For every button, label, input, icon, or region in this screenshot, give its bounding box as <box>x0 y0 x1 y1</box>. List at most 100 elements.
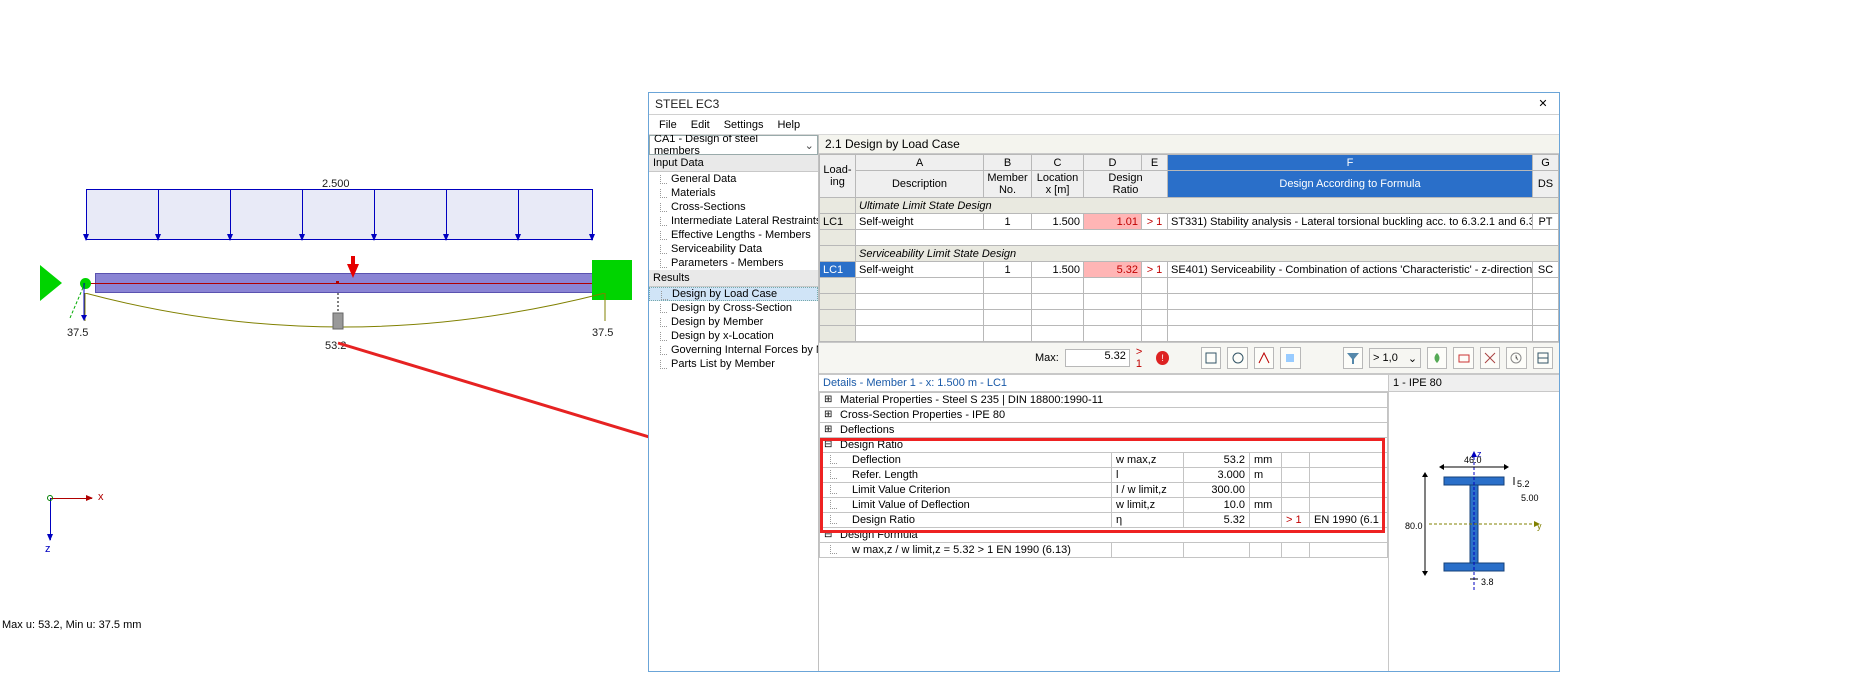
nav-head-input: Input Data <box>649 155 818 172</box>
details-row[interactable]: Design Ratio <box>820 438 1388 453</box>
details-row[interactable]: Design Formula <box>820 528 1388 543</box>
cell-ratio: 1.01 <box>1084 214 1142 230</box>
cell-desc: Self-weight <box>856 214 984 230</box>
titlebar: STEEL EC3 ✕ <box>649 93 1559 115</box>
leader <box>60 283 100 333</box>
grid-title: 2.1 Design by Load Case <box>819 135 1559 154</box>
tb-btn-9[interactable] <box>1533 347 1553 369</box>
svg-text:5.00: 5.00 <box>1521 493 1539 503</box>
nav-head-results: Results <box>649 270 818 287</box>
chevron-down-icon: ⌄ <box>1408 352 1417 365</box>
load-arrow <box>592 189 593 240</box>
nav-item[interactable]: Serviceability Data <box>649 242 818 256</box>
content: CA1 - Design of steel members ⌄ Input Da… <box>649 135 1559 671</box>
col-letter: B <box>984 155 1032 171</box>
menu-help[interactable]: Help <box>771 118 806 132</box>
details-row[interactable]: Design Ratioη5.32> 1EN 1990 (6.1 <box>820 513 1388 528</box>
nav-item[interactable]: Parameters - Members <box>649 256 818 270</box>
cell-formula: ST331) Stability analysis - Lateral tors… <box>1168 214 1533 230</box>
cell-ratio: 5.32 <box>1084 262 1142 278</box>
error-icon: ! <box>1156 351 1169 365</box>
details-row[interactable]: Deflections <box>820 423 1388 438</box>
col-letter: F <box>1168 155 1533 171</box>
nav-item[interactable]: Intermediate Lateral Restraints <box>649 214 818 228</box>
table-row <box>820 326 1559 342</box>
nav-item[interactable]: Design by Load Case <box>649 287 818 301</box>
load-value: 2.500 <box>322 178 350 190</box>
red-marker-arrow <box>347 264 359 278</box>
col-letter: C <box>1032 155 1084 171</box>
menu-settings[interactable]: Settings <box>718 118 770 132</box>
results-grid[interactable]: Load- ing A B C D E F G Description Memb… <box>819 154 1559 343</box>
nav-item[interactable]: Cross-Sections <box>649 200 818 214</box>
cell-desc: Self-weight <box>856 262 984 278</box>
table-row <box>820 294 1559 310</box>
global-x-axis <box>50 498 92 499</box>
section-drawing: y z 46.0 80.0 5.2 5.00 3.8 <box>1389 392 1559 671</box>
cell-ds: PT <box>1533 214 1559 230</box>
max-cmp: > 1 <box>1136 346 1150 370</box>
nav-item[interactable]: Design by x-Location <box>649 329 818 343</box>
cell-x: 1.500 <box>1032 262 1084 278</box>
details-row[interactable]: Limit Value of Deflectionw limit,z10.0mm <box>820 498 1388 513</box>
defl-mid: 53.2 <box>325 340 346 352</box>
tb-btn-4[interactable] <box>1280 347 1300 369</box>
nav-item[interactable]: Parts List by Member <box>649 357 818 371</box>
cell-lc: LC1 <box>820 262 856 278</box>
details-row[interactable]: Cross-Section Properties - IPE 80 <box>820 408 1388 423</box>
details-title: Details - Member 1 - x: 1.500 m - LC1 <box>819 375 1388 392</box>
cell-cmp: > 1 <box>1142 262 1168 278</box>
tb-btn-6[interactable] <box>1453 347 1473 369</box>
col-loading: Load- ing <box>820 155 856 198</box>
details-panel: Details - Member 1 - x: 1.500 m - LC1 Ma… <box>819 375 1389 671</box>
tb-filter[interactable] <box>1343 347 1363 369</box>
table-row[interactable]: LC1 Self-weight 1 1.500 5.32 > 1 SE401) … <box>820 262 1559 278</box>
nav-item[interactable]: Materials <box>649 186 818 200</box>
svg-text:y: y <box>1537 521 1542 531</box>
col-letter: D <box>1084 155 1142 171</box>
svg-text:80.0: 80.0 <box>1405 521 1423 531</box>
beam-axis <box>86 283 606 284</box>
close-icon[interactable]: ✕ <box>1533 97 1553 110</box>
table-row[interactable]: LC1 Self-weight 1 1.500 1.01 > 1 ST331) … <box>820 214 1559 230</box>
tb-btn-1[interactable] <box>1201 347 1221 369</box>
max-label: Max: <box>1035 352 1059 364</box>
tb-filter-select[interactable]: > 1,0⌄ <box>1369 348 1421 368</box>
load-arrow <box>518 189 519 240</box>
nav-item[interactable]: Effective Lengths - Members <box>649 228 818 242</box>
details-row[interactable]: Deflectionw max,z53.2mm <box>820 453 1388 468</box>
svg-text:3.8: 3.8 <box>1481 577 1494 587</box>
table-row <box>820 310 1559 326</box>
details-row[interactable]: w max,z / w limit,z = 5.32 > 1 EN 1990 (… <box>820 543 1388 558</box>
main-panel: 2.1 Design by Load Case Load- ing A B C … <box>819 135 1559 671</box>
model-diagram: /* draw panel dividers & arrows below */… <box>0 0 640 650</box>
nav-item[interactable]: Governing Internal Forces by M <box>649 343 818 357</box>
col-letter: G <box>1533 155 1559 171</box>
max-value: 5.32 <box>1065 349 1130 367</box>
nav-tree: CA1 - Design of steel members ⌄ Input Da… <box>649 135 819 671</box>
support-pin <box>40 265 62 301</box>
nav-item[interactable]: Design by Member <box>649 315 818 329</box>
col-member: Member No. <box>984 171 1032 198</box>
tb-btn-2[interactable] <box>1227 347 1247 369</box>
nav-item[interactable]: Design by Cross-Section <box>649 301 818 315</box>
details-row[interactable]: Material Properties - Steel S 235 | DIN … <box>820 393 1388 408</box>
details-row[interactable]: Refer. Lengthl3.000m <box>820 468 1388 483</box>
menu-edit[interactable]: Edit <box>685 118 716 132</box>
case-combo[interactable]: CA1 - Design of steel members ⌄ <box>649 135 818 155</box>
cell-member: 1 <box>984 214 1032 230</box>
tb-btn-3[interactable] <box>1254 347 1274 369</box>
col-desc: Description <box>856 171 984 198</box>
details-row[interactable]: Limit Value Criterionl / w limit,z300.00 <box>820 483 1388 498</box>
nav-item[interactable]: General Data <box>649 172 818 186</box>
tb-btn-7[interactable] <box>1480 347 1500 369</box>
status-text: Max u: 53.2, Min u: 37.5 mm <box>2 619 141 631</box>
group-uls: Ultimate Limit State Design <box>820 198 1559 214</box>
tb-btn-8[interactable] <box>1506 347 1526 369</box>
col-loc: Location x [m] <box>1032 171 1084 198</box>
cell-lc: LC1 <box>820 214 856 230</box>
tb-btn-5[interactable] <box>1427 347 1447 369</box>
cell-formula: SE401) Serviceability - Combination of a… <box>1168 262 1533 278</box>
cell-ds: SC <box>1533 262 1559 278</box>
menu-file[interactable]: File <box>653 118 683 132</box>
